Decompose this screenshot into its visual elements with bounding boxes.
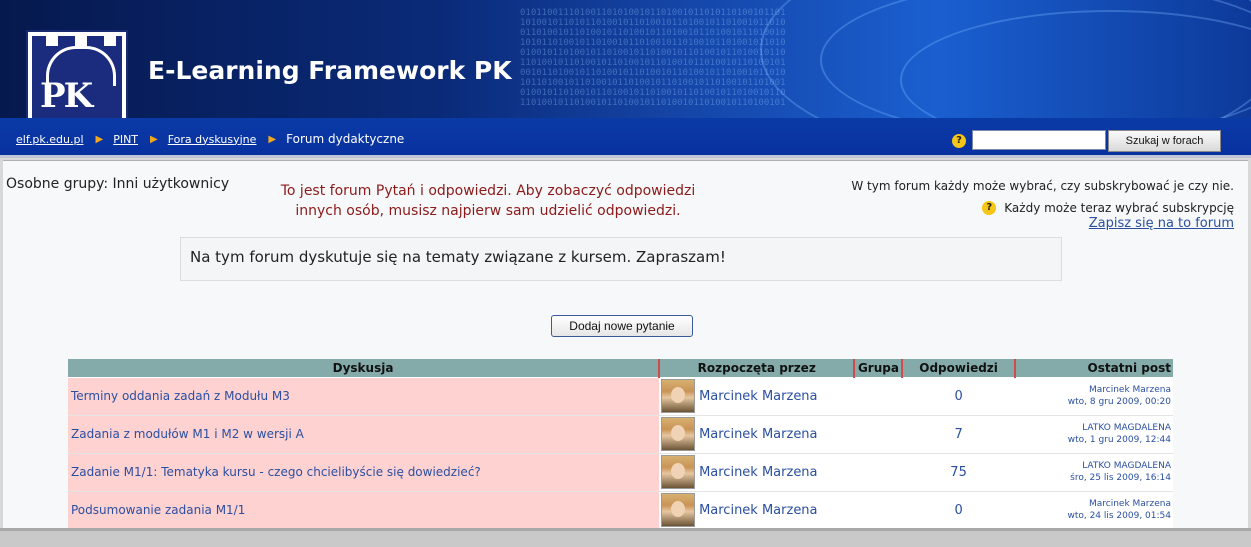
avatar[interactable] [661,455,696,489]
add-question-button[interactable]: Dodaj nowe pytanie [551,315,693,337]
qa-notice-line: innych osób, musisz najpierw sam udzieli… [295,203,681,219]
last-post-author[interactable]: Marcinek Marzena [1015,384,1171,396]
avatar[interactable] [661,493,696,527]
table-header-row: Dyskusja Rozpoczęta przez Grupa Odpowied… [68,359,1173,378]
breadcrumb-current: Forum dydaktyczne [286,132,405,146]
subscription-info-text: W tym forum każdy może wybrać, czy subsk… [851,179,1234,193]
last-post-date[interactable]: śro, 25 lis 2009, 16:14 [1015,472,1171,484]
search-input[interactable] [972,130,1106,150]
qa-notice-line: To jest forum Pytań i odpowiedzi. Aby zo… [280,183,696,199]
table-row: Zadanie M1/1: Tematyka kursu - czego chc… [68,453,1173,492]
breadcrumb-arrow-icon: ▶ [95,133,104,145]
replies-count-link[interactable]: 7 [954,427,962,442]
help-icon[interactable]: ? [982,201,997,215]
discussion-link[interactable]: Zadania z modułów M1 i M2 w wersji A [71,427,304,441]
last-post-date[interactable]: wto, 8 gru 2009, 00:20 [1015,396,1171,408]
main-content: Osobne grupy: Inni użytkownicy To jest f… [3,160,1248,530]
group-cell [854,453,903,492]
breadcrumb-home-link[interactable]: elf.pk.edu.pl [16,133,84,146]
discussion-table: Dyskusja Rozpoczęta przez Grupa Odpowied… [68,359,1173,530]
discussion-link[interactable]: Podsumowanie zadania M1/1 [71,503,245,517]
author-link[interactable]: Marcinek Marzena [699,465,817,480]
group-cell [854,491,903,530]
breadcrumb-arrow-icon: ▶ [150,133,158,145]
avatar[interactable] [661,379,696,413]
last-post-author[interactable]: LATKO MAGDALENA [1015,460,1171,472]
last-post-author[interactable]: LATKO MAGDALENA [1015,422,1171,434]
column-header-group[interactable]: Grupa [853,359,903,378]
subscription-info: W tym forum każdy może wybrać, czy subsk… [851,179,1234,215]
last-post-date[interactable]: wto, 24 lis 2009, 01:54 [1015,510,1171,522]
group-cell [854,377,903,416]
header-banner: 0101100111010011010100101101001011010110… [0,0,1251,118]
replies-count-link[interactable]: 0 [954,389,962,404]
author-link[interactable]: Marcinek Marzena [699,389,817,404]
group-cell [854,415,903,454]
forum-intro: Na tym forum dyskutuje się na tematy zwi… [180,237,1062,281]
breadcrumb-forums-link[interactable]: Fora dyskusyjne [168,133,257,146]
breadcrumb-course-link[interactable]: PINT [113,133,138,146]
breadcrumb-arrow-icon: ▶ [268,133,277,145]
discussion-link[interactable]: Zadanie M1/1: Tematyka kursu - czego chc… [71,465,481,479]
qa-forum-notice: To jest forum Pytań i odpowiedzi. Aby zo… [183,181,793,221]
navigation-bar: elf.pk.edu.pl ▶ PINT ▶ Fora dyskusyjne ▶… [0,118,1251,158]
pk-logo[interactable]: PK [26,30,128,118]
column-header-discussion[interactable]: Dyskusja [68,359,660,378]
table-row: Podsumowanie zadania M1/1 Marcinek Marze… [68,491,1173,530]
site-title: E-Learning Framework PK [148,56,512,85]
discussion-link[interactable]: Terminy oddania zadań z Modułu M3 [71,389,290,403]
window-bottom-bar [0,528,1251,547]
column-header-started-by[interactable]: Rozpoczęta przez [658,359,855,378]
column-header-last-post[interactable]: Ostatni post [1013,359,1173,378]
logo-text: PK [40,76,93,116]
author-link[interactable]: Marcinek Marzena [699,503,817,518]
binary-pattern: 0101100111010011010100101101001011010110… [520,8,786,108]
author-link[interactable]: Marcinek Marzena [699,427,817,442]
table-row: Terminy oddania zadań z Modułu M3 Marcin… [68,377,1173,416]
last-post-author[interactable]: Marcinek Marzena [1015,498,1171,510]
search-forums-button[interactable]: Szukaj w forach [1108,130,1221,152]
breadcrumb: elf.pk.edu.pl ▶ PINT ▶ Fora dyskusyjne ▶… [16,132,404,146]
replies-count-link[interactable]: 75 [950,465,967,480]
last-post-date[interactable]: wto, 1 gru 2009, 12:44 [1015,434,1171,446]
avatar[interactable] [661,417,696,451]
replies-count-link[interactable]: 0 [954,503,962,518]
subscribe-link[interactable]: Zapisz się na to forum [1089,216,1234,231]
subscription-mode-text: Każdy może teraz wybrać subskrypcję [1004,201,1234,215]
table-row: Zadania z modułów M1 i M2 w wersji A Mar… [68,415,1173,454]
help-icon[interactable]: ? [952,134,966,148]
column-header-replies[interactable]: Odpowiedzi [901,359,1015,378]
